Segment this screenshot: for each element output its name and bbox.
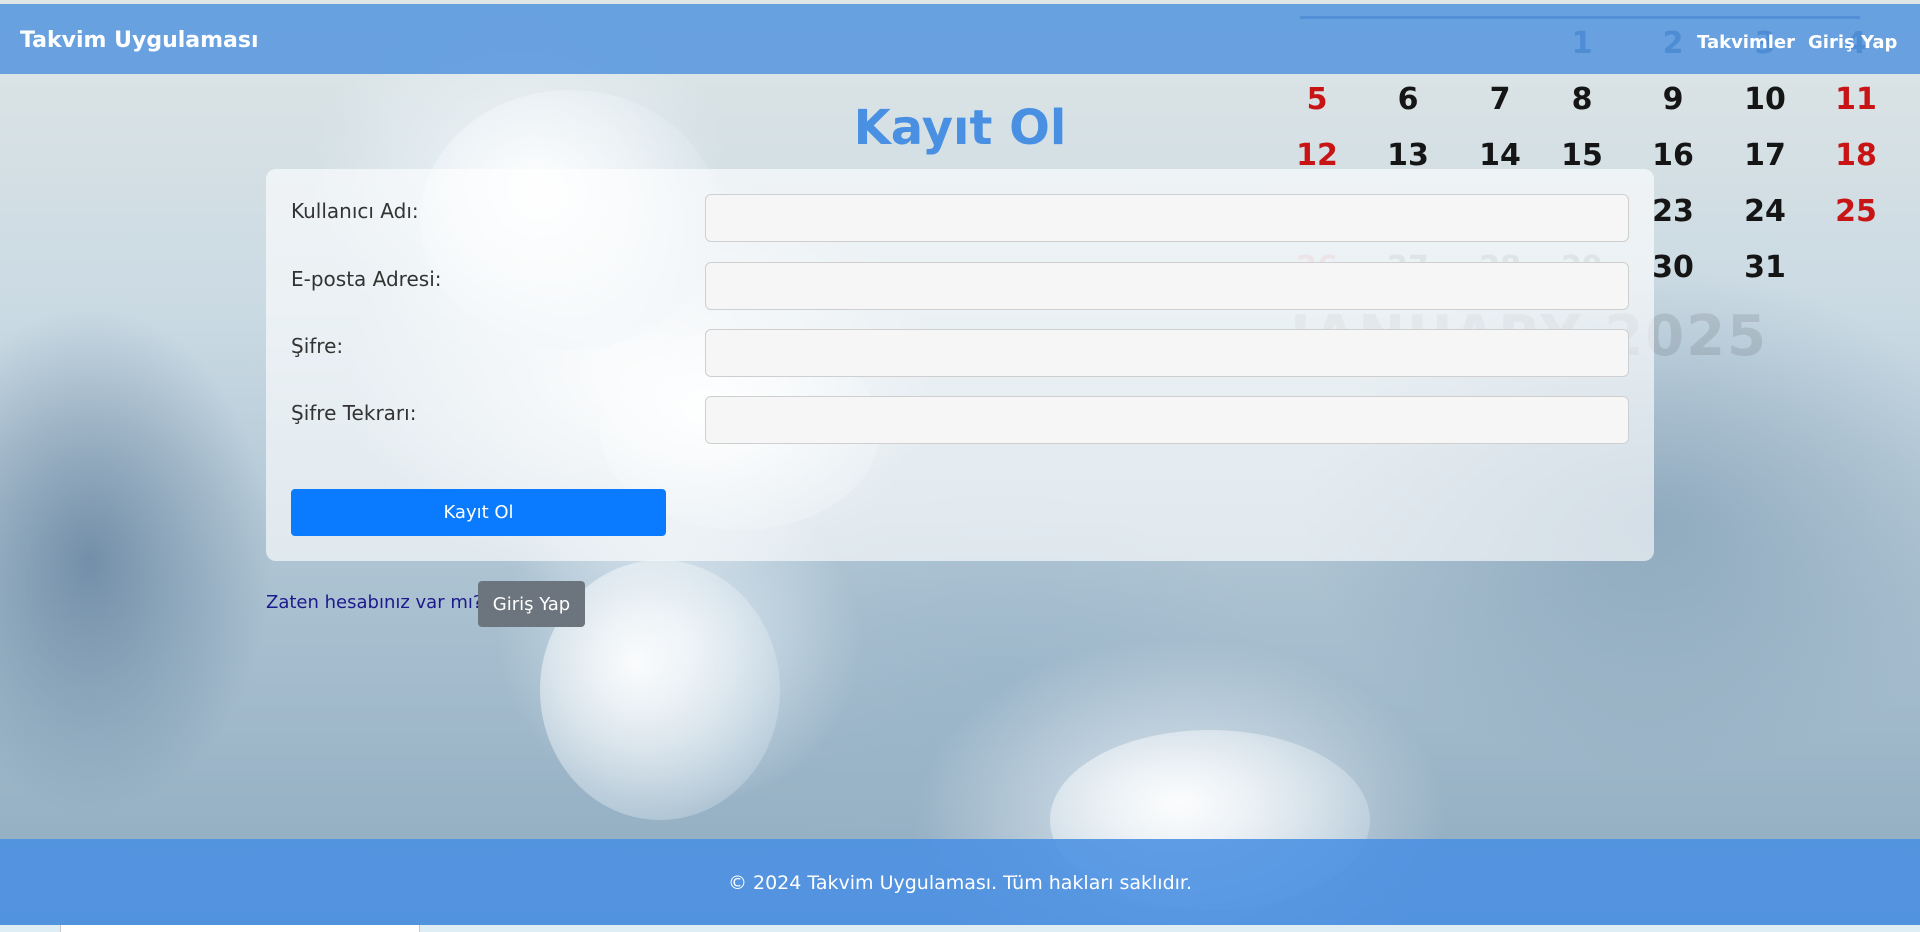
register-form-card: Kullanıcı Adı: E-posta Adresi: Şifre: Şi… — [266, 169, 1654, 561]
username-input[interactable] — [705, 194, 1629, 242]
password-confirm-label: Şifre Tekrarı: — [291, 401, 417, 425]
footer-copyright: © 2024 Takvim Uygulaması. Tüm hakları sa… — [727, 872, 1193, 894]
calendar-day: 24 — [1744, 194, 1786, 229]
nav-link-login[interactable]: Giriş Yap — [1808, 32, 1897, 53]
email-label: E-posta Adresi: — [291, 267, 442, 291]
calendar-day: 25 — [1835, 194, 1877, 229]
register-button[interactable]: Kayıt Ol — [291, 489, 666, 536]
password-label: Şifre: — [291, 334, 344, 358]
bottom-tab — [60, 925, 420, 932]
nav-link-calendars[interactable]: Takvimler — [1697, 32, 1795, 53]
navbar: Takvim Uygulaması Takvimler Giriş Yap — [0, 4, 1920, 74]
brand-logo[interactable]: Takvim Uygulaması — [20, 28, 259, 53]
password-confirm-input[interactable] — [705, 396, 1629, 444]
login-prompt-text: Zaten hesabınız var mı? — [266, 592, 483, 613]
username-label: Kullanıcı Adı: — [291, 199, 419, 223]
page-title: Kayıt Ol — [853, 100, 1067, 156]
password-input[interactable] — [705, 329, 1629, 377]
email-input[interactable] — [705, 262, 1629, 310]
calendar-day: 31 — [1744, 250, 1786, 285]
footer: © 2024 Takvim Uygulaması. Tüm hakları sa… — [0, 839, 1920, 925]
login-button[interactable]: Giriş Yap — [478, 581, 585, 627]
